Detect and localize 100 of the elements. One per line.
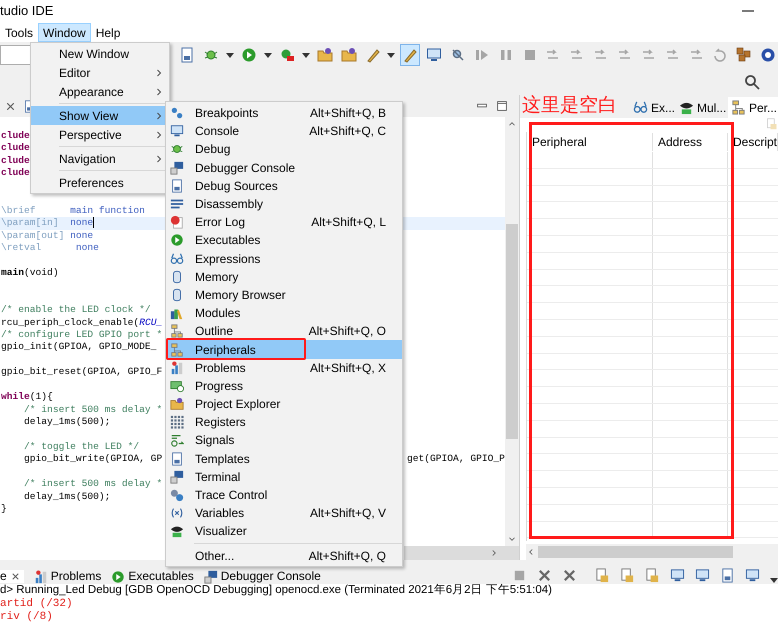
code-line: clude <box>1 167 30 178</box>
code-line: /* enable the LED clock */ <box>1 304 151 316</box>
menu-item[interactable]: Variables Alt+Shift+Q, V <box>166 504 402 522</box>
menu-item[interactable]: Other... Alt+Shift+Q, Q <box>166 546 402 565</box>
dots-icon <box>170 106 184 120</box>
menu-item[interactable]: Console Alt+Shift+Q, C <box>166 122 402 140</box>
document-icon <box>720 568 735 583</box>
resume-icon <box>474 47 490 63</box>
pages-icon <box>766 118 778 130</box>
menu-item[interactable]: Disassembly <box>166 194 402 214</box>
column-header[interactable]: Peripheral <box>527 133 653 151</box>
view-tab[interactable]: Executables <box>111 570 194 583</box>
folder-icon <box>170 397 184 412</box>
horizontal-scrollbar[interactable] <box>404 546 519 560</box>
view-tab[interactable]: Problems <box>34 570 102 583</box>
menu-item[interactable]: Registers <box>166 413 402 432</box>
code-line: gpio_bit_write(GPIOA, GP <box>23 453 162 464</box>
menu-item[interactable]: New Window <box>31 44 169 63</box>
chart-icon <box>170 360 184 375</box>
document-icon <box>170 452 184 466</box>
menu-item[interactable]: Error Log Alt+Shift+Q, L <box>166 213 402 232</box>
code-line: /* insert 500 ms delay * <box>23 404 162 415</box>
code-line: \retval none <box>1 242 99 253</box>
window-title: tudio IDE <box>0 2 54 20</box>
glasses-icon <box>170 252 184 266</box>
menu-item[interactable]: Expressions <box>166 250 402 268</box>
menu-item[interactable]: Preferences <box>31 173 169 192</box>
menu-item[interactable]: Debug Sources <box>166 176 402 195</box>
folder-icon <box>316 47 333 63</box>
play-icon <box>241 47 258 63</box>
monitor-icon <box>745 568 760 583</box>
menu-item[interactable]: Editor <box>31 63 169 82</box>
progress-icon <box>170 378 184 393</box>
brackets-icon <box>170 506 184 520</box>
menu-item[interactable]: Perspective <box>31 125 169 144</box>
folder-icon <box>340 47 357 63</box>
menu-item[interactable]: Navigation <box>31 149 169 168</box>
code-line: \param[in] none <box>1 217 94 228</box>
vertical-scrollbar[interactable] <box>504 117 519 546</box>
tree-icon <box>731 100 746 115</box>
remove-icon <box>537 568 552 583</box>
code-line: gpio_bit_reset(GPIOA, GPIO_F <box>1 366 162 378</box>
menu-item[interactable]: Memory Browser <box>166 286 402 304</box>
console-output-line: riv (/8) <box>0 611 53 623</box>
code-line: gpio_init(GPIOA, GPIO_MODE_ <box>1 341 156 352</box>
annotation-text: 这里是空白 <box>522 94 617 116</box>
pages-icon <box>595 568 610 583</box>
menu-item[interactable]: Executables <box>166 231 402 250</box>
brush-icon <box>402 47 418 63</box>
code-line: \brief main function <box>1 204 145 216</box>
view-tab[interactable]: Mul... <box>676 97 728 118</box>
code-line: } <box>1 503 7 514</box>
monitor-icon <box>170 124 184 138</box>
play-icon <box>111 570 126 584</box>
view-tab[interactable]: Debugger Console <box>204 570 321 583</box>
menu-item[interactable]: Outline Alt+Shift+Q, O <box>166 322 402 340</box>
view-tab[interactable]: e <box>0 570 24 583</box>
play-icon <box>170 233 184 248</box>
grid-icon <box>736 47 752 63</box>
menu-item[interactable]: Problems Alt+Shift+Q, X <box>166 358 402 377</box>
menu-item[interactable]: Breakpoints Alt+Shift+Q, B <box>166 104 402 122</box>
menu-item[interactable]: Modules <box>166 304 402 322</box>
menu-item[interactable]: Window <box>38 22 91 42</box>
caret-icon <box>264 52 272 58</box>
menu-item[interactable]: Progress <box>166 376 402 395</box>
eye-icon <box>170 524 184 538</box>
menu-item[interactable]: Visualizer <box>166 522 402 540</box>
scrollbar-thumb[interactable] <box>538 546 733 558</box>
column-header[interactable]: Address <box>653 133 728 151</box>
console-title: d> Running_Led Debug [GDB OpenOCD Debugging] openocd.exe (Terminated 2021年6月2日 下午5:51:04) <box>0 582 552 598</box>
column-header[interactable]: Descript <box>728 133 778 151</box>
menu-item[interactable]: Templates <box>166 450 402 468</box>
tree-icon <box>170 342 184 357</box>
menu-item[interactable]: Debug <box>166 140 402 159</box>
code-line: delay_1ms(500); <box>23 416 110 428</box>
cylinder-icon <box>170 270 184 284</box>
scrollbar-thumb[interactable] <box>506 224 518 439</box>
document-icon <box>179 47 196 63</box>
menu-item[interactable]: Trace Control <box>166 486 402 504</box>
menu-item[interactable]: Terminal <box>166 468 402 486</box>
error-icon <box>170 215 184 230</box>
menu-item[interactable]: Peripherals <box>166 340 402 359</box>
menu-item[interactable]: Debugger Console <box>166 158 402 177</box>
remove-icon <box>562 568 577 583</box>
menu-item[interactable]: Help <box>90 22 126 42</box>
horizontal-scrollbar[interactable] <box>526 544 778 560</box>
refresh-icon <box>712 47 728 63</box>
menu-item[interactable]: Memory <box>166 268 402 286</box>
menu-item[interactable]: Project Explorer <box>166 395 402 414</box>
menu-item[interactable]: Appearance <box>31 82 169 101</box>
view-tab[interactable]: Per... <box>728 97 778 118</box>
pages-icon <box>645 568 660 583</box>
document-icon <box>170 178 184 193</box>
view-tab[interactable]: Ex... <box>630 97 676 118</box>
maximize-view-icon <box>495 99 509 113</box>
stop-icon <box>512 568 527 583</box>
code-line: delay_1ms(500); <box>23 490 110 502</box>
menu-item[interactable]: Tools <box>0 22 38 42</box>
menu-item[interactable]: Signals <box>166 431 402 450</box>
dotgrid-icon <box>170 415 184 430</box>
